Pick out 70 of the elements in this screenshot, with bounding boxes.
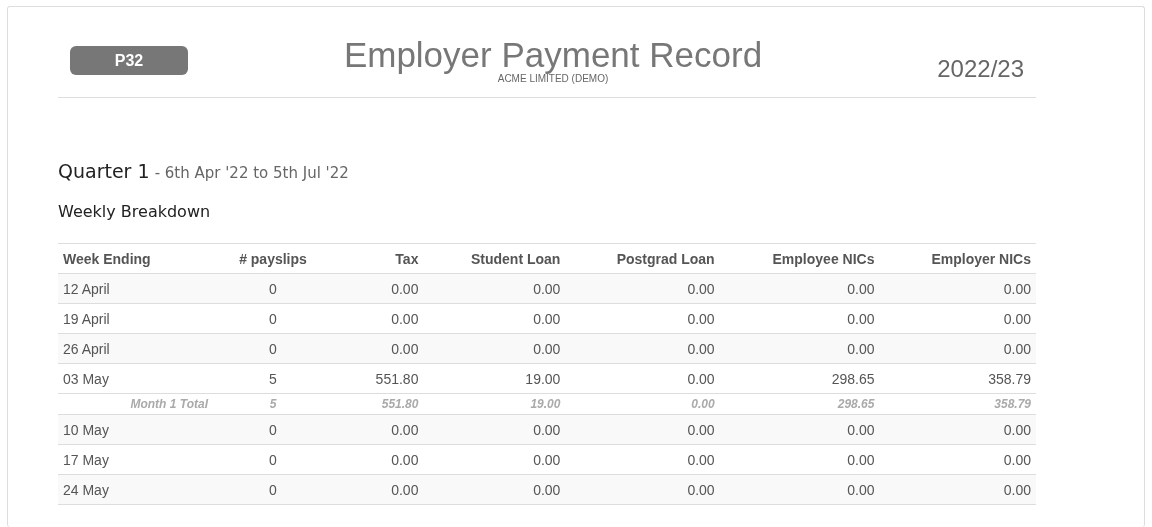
table-cell: 0.00 (391, 481, 419, 498)
table-cell: 0.00 (687, 280, 715, 297)
table-cell: 0.00 (1003, 481, 1031, 498)
table-cell: 0.00 (391, 421, 419, 438)
table-cell: 0 (269, 451, 277, 468)
table-cell: 12 April (63, 280, 110, 297)
table-cell: 358.79 (988, 370, 1031, 387)
column-header: # payslips (198, 243, 348, 274)
total-cell: 19.00 (530, 397, 561, 411)
total-cell: 5 (269, 397, 277, 411)
table-cell: 0.00 (391, 451, 419, 468)
table-cell: 19.00 (525, 370, 561, 387)
total-cell: Month 1 Total (130, 397, 208, 411)
table-cell: 26 April (63, 340, 110, 357)
total-cell: 551.80 (381, 397, 419, 411)
table-cell: 0.00 (533, 481, 561, 498)
column-header: Employer NICs (879, 243, 1036, 274)
table-cell: 0.00 (687, 340, 715, 357)
table-cell: 0.00 (1003, 451, 1031, 468)
table-cell: 03 May (63, 370, 109, 387)
table-cell: 0.00 (847, 481, 875, 498)
table-cell: 0.00 (847, 310, 875, 327)
table-cell: 0.00 (687, 370, 715, 387)
table-cell: 0.00 (1003, 340, 1031, 357)
table-cell: 0.00 (533, 340, 561, 357)
form-badge: P32 (70, 46, 188, 75)
report-title: Employer Payment Record (342, 37, 764, 73)
table-cell: 0.00 (847, 451, 875, 468)
table-cell: 0.00 (847, 340, 875, 357)
table-cell: 0.00 (533, 421, 561, 438)
table-cell: 0.00 (533, 310, 561, 327)
section-title: Weekly Breakdown (58, 202, 212, 221)
total-cell: 298.65 (837, 397, 875, 411)
table-cell: 0.00 (687, 481, 715, 498)
table-cell: 551.80 (375, 370, 419, 387)
table-cell: 298.65 (831, 370, 875, 387)
table-cell: 17 May (63, 451, 109, 468)
table-cell: 19 April (63, 310, 110, 327)
table-cell: 0.00 (1003, 421, 1031, 438)
table-cell: 0 (269, 421, 277, 438)
column-header: Week Ending (58, 243, 198, 274)
table-cell: 0 (269, 310, 277, 327)
table-cell: 0.00 (391, 280, 419, 297)
table-cell: 0 (269, 481, 277, 498)
tax-year: 2022/23 (937, 55, 1024, 82)
column-header: Postgrad Loan (565, 243, 720, 274)
table-cell: 0.00 (391, 340, 419, 357)
table-cell: 0.00 (847, 280, 875, 297)
table-cell: 0 (269, 340, 277, 357)
column-header: Employee NICs (719, 243, 880, 274)
quarter-title: Quarter 1 (58, 160, 150, 182)
company-name: ACME LIMITED (DEMO) (496, 73, 609, 85)
table-cell: 0.00 (687, 421, 715, 438)
quarter-range: - 6th Apr '22 to 5th Jul '22 (154, 164, 349, 182)
table-cell: 0 (269, 280, 277, 297)
table-cell: 0.00 (687, 451, 715, 468)
table-cell: 0.00 (687, 310, 715, 327)
table-cell: 0.00 (533, 451, 561, 468)
table-cell: 10 May (63, 421, 109, 438)
table-cell: 0.00 (1003, 310, 1031, 327)
table-cell: 0.00 (533, 280, 561, 297)
total-cell: 0.00 (691, 397, 715, 411)
table-cell: 0.00 (391, 310, 419, 327)
table-cell: 24 May (63, 481, 109, 498)
column-header: Tax (348, 243, 424, 274)
table-cell: 5 (269, 370, 277, 387)
table-cell: 0.00 (847, 421, 875, 438)
total-cell: 358.79 (994, 397, 1031, 411)
column-header: Student Loan (423, 243, 566, 274)
table-cell: 0.00 (1003, 280, 1031, 297)
